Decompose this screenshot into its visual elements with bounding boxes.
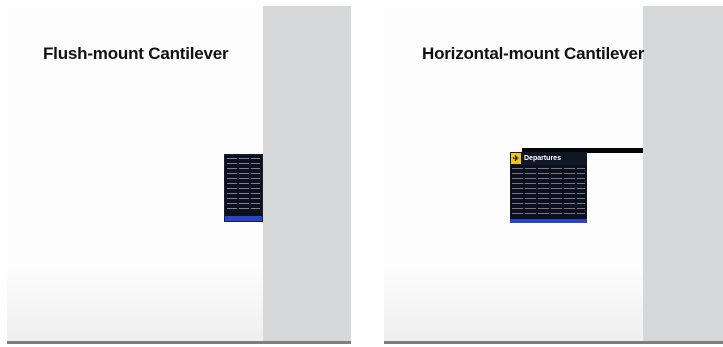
- floor-shadow: [384, 266, 643, 344]
- wall: [643, 6, 723, 344]
- wall: [263, 6, 351, 344]
- sign-columns: [227, 158, 260, 212]
- sign-footer: [225, 216, 262, 221]
- floor-line: [384, 341, 723, 344]
- horizontal-mount-panel: Horizontal-mount Cantilever ✈ Departures: [384, 6, 723, 344]
- flush-display-sign: [224, 154, 263, 222]
- sign-title: Departures: [524, 155, 561, 162]
- sign-header: ✈ Departures: [510, 152, 587, 165]
- floor-shadow: [7, 266, 263, 344]
- airplane-icon: ✈: [511, 153, 521, 164]
- panel-title: Horizontal-mount Cantilever: [422, 44, 645, 63]
- horizontal-display-sign: ✈ Departures: [510, 152, 587, 223]
- sign-columns: [512, 168, 585, 217]
- sign-footer: [510, 219, 587, 223]
- panel-title: Flush-mount Cantilever: [43, 44, 229, 63]
- comparison-canvas: Flush-mount Cantilever Horizontal-mount …: [0, 0, 723, 347]
- floor-line: [7, 341, 351, 344]
- flush-mount-panel: Flush-mount Cantilever: [7, 6, 351, 344]
